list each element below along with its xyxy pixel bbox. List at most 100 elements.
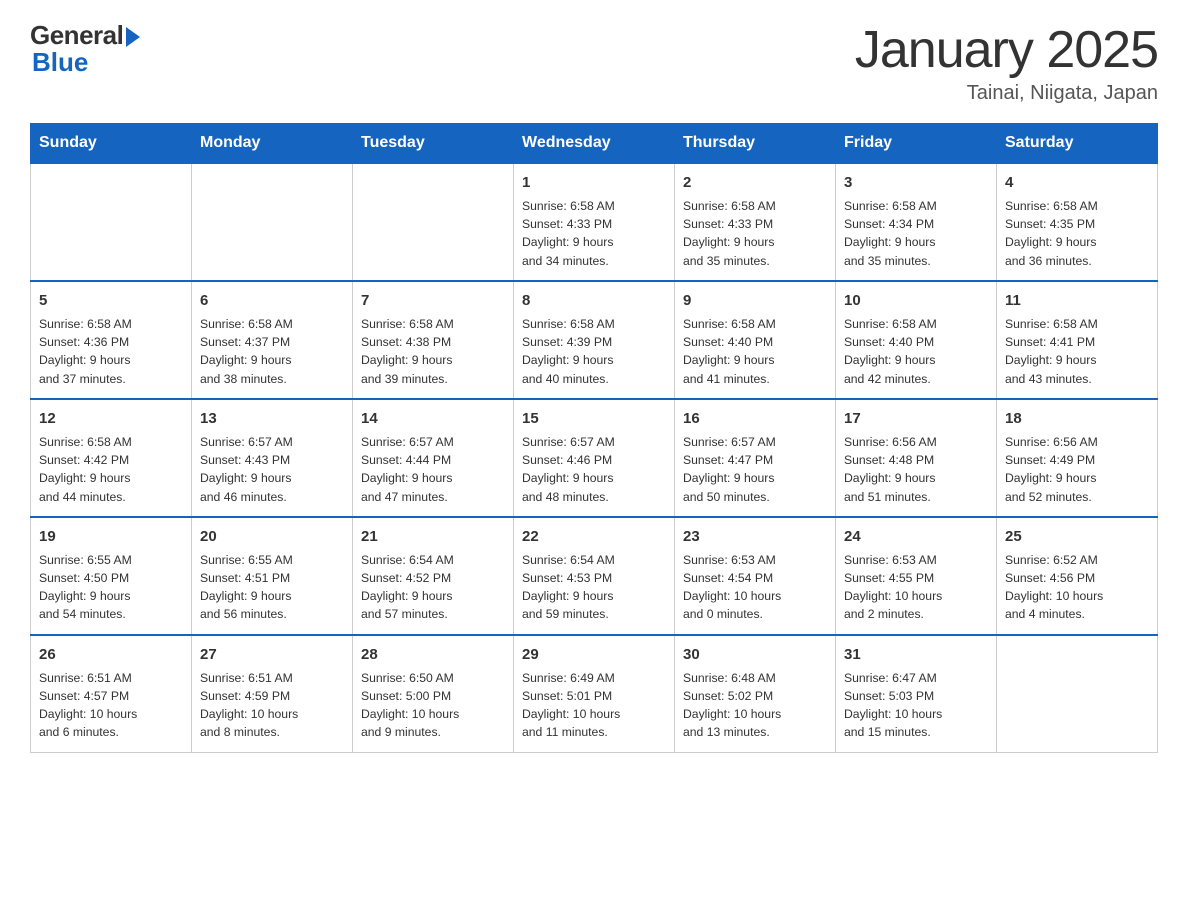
day-cell-26: 26 Sunrise: 6:51 AM Sunset: 4:57 PM Dayli…	[31, 635, 192, 752]
day-number: 26	[39, 644, 183, 666]
day-cell-28: 28 Sunrise: 6:50 AM Sunset: 5:00 PM Dayli…	[353, 635, 514, 752]
day-number: 4	[1005, 172, 1149, 194]
day-number: 31	[844, 644, 988, 666]
empty-cell	[192, 163, 353, 281]
day-info: Sunrise: 6:58 AM Sunset: 4:42 PM Dayligh…	[39, 435, 132, 504]
header-cell-friday: Friday	[836, 124, 997, 164]
day-info: Sunrise: 6:50 AM Sunset: 5:00 PM Dayligh…	[361, 671, 459, 740]
day-info: Sunrise: 6:58 AM Sunset: 4:39 PM Dayligh…	[522, 317, 615, 386]
empty-cell	[997, 635, 1158, 752]
day-cell-1: 1 Sunrise: 6:58 AM Sunset: 4:33 PM Daylig…	[514, 163, 675, 281]
calendar-body: 1 Sunrise: 6:58 AM Sunset: 4:33 PM Daylig…	[31, 163, 1158, 752]
day-number: 1	[522, 172, 666, 194]
day-cell-18: 18Sunrise: 6:56 AM Sunset: 4:49 PM Dayli…	[997, 399, 1158, 517]
day-number: 20	[200, 526, 344, 548]
day-info: Sunrise: 6:53 AM Sunset: 4:55 PM Dayligh…	[844, 553, 942, 622]
logo-blue-text: Blue	[30, 47, 88, 78]
calendar-subtitle: Tainai, Niigata, Japan	[855, 82, 1158, 105]
day-number: 28	[361, 644, 505, 666]
day-info: Sunrise: 6:58 AM Sunset: 4:33 PM Dayligh…	[522, 199, 615, 268]
day-cell-21: 21 Sunrise: 6:54 AM Sunset: 4:52 PM Dayli…	[353, 517, 514, 635]
day-info: Sunrise: 6:58 AM Sunset: 4:37 PM Dayligh…	[200, 317, 293, 386]
header-cell-saturday: Saturday	[997, 124, 1158, 164]
day-info: Sunrise: 6:58 AM Sunset: 4:35 PM Dayligh…	[1005, 199, 1098, 268]
day-number: 5	[39, 290, 183, 312]
day-cell-13: 13 Sunrise: 6:57 AM Sunset: 4:43 PM Dayli…	[192, 399, 353, 517]
header-cell-tuesday: Tuesday	[353, 124, 514, 164]
day-cell-22: 22 Sunrise: 6:54 AM Sunset: 4:53 PM Dayli…	[514, 517, 675, 635]
day-cell-6: 6 Sunrise: 6:58 AM Sunset: 4:37 PM Daylig…	[192, 281, 353, 399]
week-row-4: 19 Sunrise: 6:55 AM Sunset: 4:50 PM Dayli…	[31, 517, 1158, 635]
day-number: 14	[361, 408, 505, 430]
day-info: Sunrise: 6:56 AM Sunset: 4:48 PM Dayligh…	[844, 435, 937, 504]
day-number: 23	[683, 526, 827, 548]
day-number: 21	[361, 526, 505, 548]
day-cell-19: 19 Sunrise: 6:55 AM Sunset: 4:50 PM Dayli…	[31, 517, 192, 635]
day-info: Sunrise: 6:58 AM Sunset: 4:38 PM Dayligh…	[361, 317, 454, 386]
day-number: 18	[1005, 408, 1149, 430]
day-info: Sunrise: 6:58 AM Sunset: 4:40 PM Dayligh…	[683, 317, 776, 386]
day-number: 30	[683, 644, 827, 666]
week-row-1: 1 Sunrise: 6:58 AM Sunset: 4:33 PM Daylig…	[31, 163, 1158, 281]
day-number: 3	[844, 172, 988, 194]
day-cell-31: 31 Sunrise: 6:47 AM Sunset: 5:03 PM Dayli…	[836, 635, 997, 752]
day-info: Sunrise: 6:52 AM Sunset: 4:56 PM Dayligh…	[1005, 553, 1103, 622]
day-cell-17: 17 Sunrise: 6:56 AM Sunset: 4:48 PM Dayli…	[836, 399, 997, 517]
day-info: Sunrise: 6:57 AM Sunset: 4:43 PM Dayligh…	[200, 435, 293, 504]
day-cell-4: 4 Sunrise: 6:58 AM Sunset: 4:35 PM Daylig…	[997, 163, 1158, 281]
day-cell-11: 11Sunrise: 6:58 AM Sunset: 4:41 PM Dayli…	[997, 281, 1158, 399]
logo-arrow-icon	[126, 27, 140, 47]
week-row-5: 26 Sunrise: 6:51 AM Sunset: 4:57 PM Dayli…	[31, 635, 1158, 752]
day-info: Sunrise: 6:55 AM Sunset: 4:50 PM Dayligh…	[39, 553, 132, 622]
day-number: 7	[361, 290, 505, 312]
day-info: Sunrise: 6:48 AM Sunset: 5:02 PM Dayligh…	[683, 671, 781, 740]
day-info: Sunrise: 6:55 AM Sunset: 4:51 PM Dayligh…	[200, 553, 293, 622]
day-number: 11	[1005, 290, 1149, 312]
day-info: Sunrise: 6:58 AM Sunset: 4:34 PM Dayligh…	[844, 199, 937, 268]
day-number: 22	[522, 526, 666, 548]
day-number: 24	[844, 526, 988, 548]
day-number: 27	[200, 644, 344, 666]
day-number: 10	[844, 290, 988, 312]
day-number: 2	[683, 172, 827, 194]
day-cell-15: 15Sunrise: 6:57 AM Sunset: 4:46 PM Dayli…	[514, 399, 675, 517]
day-number: 25	[1005, 526, 1149, 548]
week-row-3: 12 Sunrise: 6:58 AM Sunset: 4:42 PM Dayli…	[31, 399, 1158, 517]
day-cell-12: 12 Sunrise: 6:58 AM Sunset: 4:42 PM Dayli…	[31, 399, 192, 517]
calendar-header: SundayMondayTuesdayWednesdayThursdayFrid…	[31, 124, 1158, 164]
day-cell-7: 7 Sunrise: 6:58 AM Sunset: 4:38 PM Daylig…	[353, 281, 514, 399]
day-cell-8: 8 Sunrise: 6:58 AM Sunset: 4:39 PM Daylig…	[514, 281, 675, 399]
day-info: Sunrise: 6:54 AM Sunset: 4:52 PM Dayligh…	[361, 553, 454, 622]
day-cell-29: 29Sunrise: 6:49 AM Sunset: 5:01 PM Dayli…	[514, 635, 675, 752]
calendar-title: January 2025	[855, 20, 1158, 80]
day-number: 8	[522, 290, 666, 312]
day-cell-16: 16Sunrise: 6:57 AM Sunset: 4:47 PM Dayli…	[675, 399, 836, 517]
day-info: Sunrise: 6:58 AM Sunset: 4:36 PM Dayligh…	[39, 317, 132, 386]
header-cell-sunday: Sunday	[31, 124, 192, 164]
day-cell-5: 5 Sunrise: 6:58 AM Sunset: 4:36 PM Daylig…	[31, 281, 192, 399]
day-number: 9	[683, 290, 827, 312]
day-info: Sunrise: 6:53 AM Sunset: 4:54 PM Dayligh…	[683, 553, 781, 622]
day-info: Sunrise: 6:58 AM Sunset: 4:33 PM Dayligh…	[683, 199, 776, 268]
day-cell-9: 9 Sunrise: 6:58 AM Sunset: 4:40 PM Daylig…	[675, 281, 836, 399]
day-number: 6	[200, 290, 344, 312]
day-cell-23: 23 Sunrise: 6:53 AM Sunset: 4:54 PM Dayli…	[675, 517, 836, 635]
week-row-2: 5 Sunrise: 6:58 AM Sunset: 4:36 PM Daylig…	[31, 281, 1158, 399]
day-cell-27: 27 Sunrise: 6:51 AM Sunset: 4:59 PM Dayli…	[192, 635, 353, 752]
calendar-table: SundayMondayTuesdayWednesdayThursdayFrid…	[30, 123, 1158, 753]
day-number: 12	[39, 408, 183, 430]
day-info: Sunrise: 6:47 AM Sunset: 5:03 PM Dayligh…	[844, 671, 942, 740]
header-cell-monday: Monday	[192, 124, 353, 164]
empty-cell	[353, 163, 514, 281]
day-cell-14: 14Sunrise: 6:57 AM Sunset: 4:44 PM Dayli…	[353, 399, 514, 517]
day-info: Sunrise: 6:54 AM Sunset: 4:53 PM Dayligh…	[522, 553, 615, 622]
header-cell-thursday: Thursday	[675, 124, 836, 164]
day-number: 17	[844, 408, 988, 430]
day-number: 13	[200, 408, 344, 430]
day-cell-20: 20 Sunrise: 6:55 AM Sunset: 4:51 PM Dayli…	[192, 517, 353, 635]
day-number: 19	[39, 526, 183, 548]
day-cell-24: 24 Sunrise: 6:53 AM Sunset: 4:55 PM Dayli…	[836, 517, 997, 635]
day-info: Sunrise: 6:51 AM Sunset: 4:57 PM Dayligh…	[39, 671, 137, 740]
day-cell-10: 10Sunrise: 6:58 AM Sunset: 4:40 PM Dayli…	[836, 281, 997, 399]
day-info: Sunrise: 6:51 AM Sunset: 4:59 PM Dayligh…	[200, 671, 298, 740]
